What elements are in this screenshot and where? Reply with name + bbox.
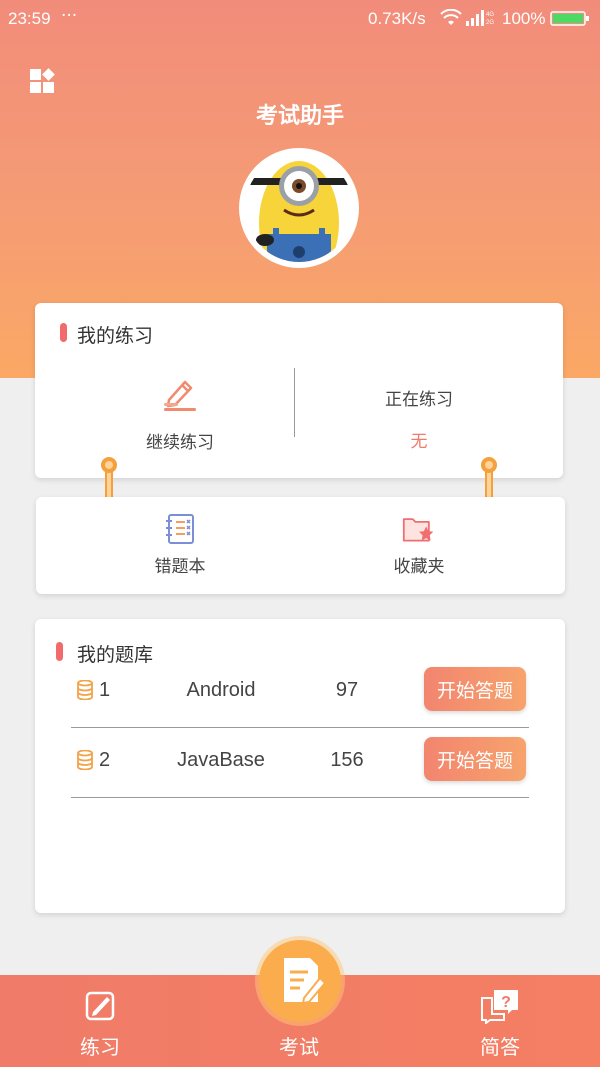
notification-dots: ··· — [61, 6, 78, 26]
exam-paper-icon — [284, 958, 326, 1005]
svg-text:4G: 4G — [486, 12, 494, 18]
question-bank-row: 2 JavaBase 156 开始答题 — [71, 727, 529, 798]
question-chat-icon: ? — [481, 990, 518, 1024]
continue-practice-link[interactable]: 继续练习 — [124, 428, 236, 453]
start-answer-button[interactable]: 开始答题 — [424, 737, 526, 781]
grid-menu-icon[interactable] — [28, 68, 58, 98]
bank-name: Android — [186, 679, 256, 701]
nav-exam-label: 考试 — [279, 1035, 319, 1059]
title-accent-bar — [60, 323, 67, 342]
svg-text:2G: 2G — [486, 20, 494, 26]
battery-percent: 100% — [502, 9, 546, 28]
question-bank-card: 我的题库 1 Android 97 开始答题 2 JavaBase 156 开始… — [35, 619, 565, 913]
start-answer-button[interactable]: 开始答题 — [424, 667, 526, 711]
bank-index: 1 — [99, 679, 111, 701]
current-practice-value: 无 — [410, 432, 428, 452]
vertical-divider — [294, 368, 295, 437]
svg-text:?: ? — [501, 994, 511, 1011]
bank-count: 156 — [330, 749, 364, 771]
exam-fab-button[interactable] — [259, 940, 341, 1022]
bank-count: 97 — [335, 679, 359, 701]
practice-title: 我的练习 — [77, 325, 154, 347]
favorites-folder-icon — [402, 518, 434, 542]
current-practice-label: 正在练习 — [385, 390, 453, 410]
status-time: 23:59 — [8, 9, 51, 28]
wrong-book-label: 错题本 — [154, 557, 206, 577]
avatar[interactable] — [239, 148, 359, 268]
signal-icon: 4G 2G — [466, 10, 494, 26]
app-title: 考试助手 — [255, 104, 344, 129]
wrong-book-button[interactable]: 错题本 — [110, 512, 250, 577]
status-bar: 23:59 ··· 0.73K/s 4G 2G 100% — [0, 0, 600, 38]
wifi-icon — [440, 9, 462, 25]
bank-index: 2 — [99, 749, 111, 771]
nav-practice-label: 练习 — [80, 1035, 120, 1059]
tools-card: 错题本 收藏夹 — [36, 497, 565, 594]
bank-name: JavaBase — [177, 749, 265, 771]
database-icon — [77, 750, 93, 770]
favorites-label: 收藏夹 — [393, 557, 445, 577]
minion-avatar-image — [242, 151, 356, 265]
nav-practice[interactable]: 练习 — [40, 975, 160, 1067]
question-bank-row: 1 Android 97 开始答题 — [71, 657, 529, 728]
nav-qa[interactable]: ? 简答 — [440, 975, 560, 1067]
edit-pen-icon[interactable] — [161, 376, 199, 414]
notebook-icon — [166, 514, 194, 544]
database-icon — [77, 680, 93, 700]
practice-card: 我的练习 继续练习 正在练习 无 — [35, 303, 563, 478]
favorites-button[interactable]: 收藏夹 — [349, 512, 489, 577]
edit-square-icon — [85, 991, 115, 1021]
battery-icon — [550, 11, 589, 26]
title-accent-bar — [56, 642, 63, 661]
nav-qa-label: 简答 — [480, 1035, 520, 1059]
network-speed: 0.73K/s — [368, 9, 426, 28]
